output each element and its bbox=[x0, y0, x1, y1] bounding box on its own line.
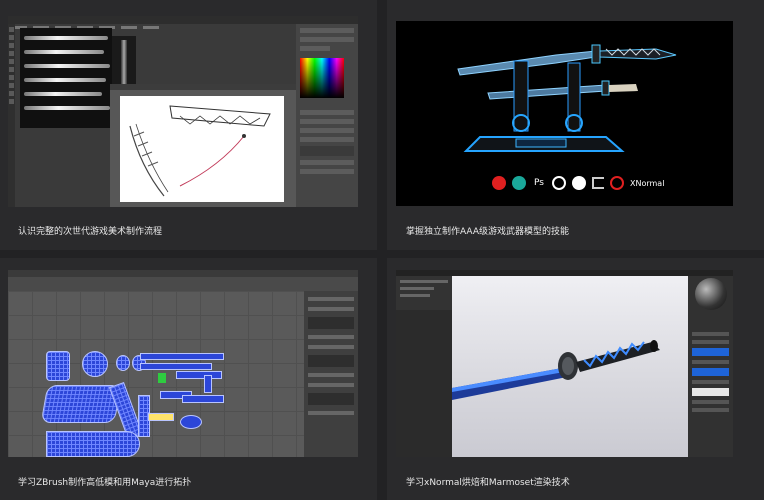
uv-toolbar bbox=[8, 277, 358, 291]
menu-bar bbox=[8, 16, 358, 29]
katana-stand-illustration bbox=[457, 44, 677, 152]
photoshop-screenshot bbox=[8, 16, 358, 207]
color-picker[interactable] bbox=[300, 58, 344, 98]
blade-texture-canvas bbox=[20, 28, 112, 128]
inspector-panel bbox=[688, 276, 733, 457]
rendered-katana bbox=[452, 340, 660, 400]
card-caption: 掌握独立制作AAA级游戏武器模型的技能 bbox=[406, 227, 569, 237]
xnormal-label: XNormal bbox=[630, 178, 665, 188]
render-viewport[interactable] bbox=[452, 276, 688, 457]
material-sphere bbox=[694, 278, 727, 310]
tool-bar bbox=[8, 24, 15, 207]
photoshop-icon: Ps bbox=[534, 178, 544, 188]
substance-painter-icon bbox=[492, 176, 506, 190]
card-workflow[interactable]: 认识完整的次世代游戏美术制作流程 bbox=[0, 0, 377, 250]
card-zbrush-maya[interactable]: 学习ZBrush制作高低模和用Maya进行拓扑 bbox=[0, 258, 377, 500]
sketch-window bbox=[110, 84, 296, 207]
scene-outliner bbox=[396, 276, 452, 310]
card-caption: 认识完整的次世代游戏美术制作流程 bbox=[18, 227, 163, 237]
marmoset-screenshot bbox=[396, 270, 733, 457]
right-panels bbox=[296, 24, 358, 207]
topogun-icon bbox=[592, 177, 604, 189]
uv-editor-viewport[interactable] bbox=[8, 291, 304, 457]
maya-screenshot bbox=[8, 270, 358, 457]
card-weapon-model[interactable]: Ps XNormal 掌握独立制作AAA级游戏武器模型的技能 bbox=[387, 0, 764, 250]
zbrush-icon bbox=[572, 176, 586, 190]
card-caption: 学习ZBrush制作高低模和用Maya进行拓扑 bbox=[18, 478, 192, 488]
sketch-document bbox=[120, 96, 284, 202]
xnormal-icon bbox=[610, 176, 624, 190]
card-xnormal-marmoset[interactable]: 学习xNormal烘焙和Marmoset渲染技术 bbox=[387, 258, 764, 500]
attribute-panel bbox=[304, 291, 358, 457]
sword-sketch bbox=[129, 105, 271, 197]
menu-bar bbox=[8, 270, 358, 277]
weapon-render: Ps XNormal bbox=[396, 21, 733, 206]
card-caption: 学习xNormal烘焙和Marmoset渲染技术 bbox=[406, 478, 570, 488]
marmoset-icon bbox=[552, 176, 566, 190]
maya-icon bbox=[512, 176, 526, 190]
software-icon-row: Ps XNormal bbox=[492, 175, 664, 191]
